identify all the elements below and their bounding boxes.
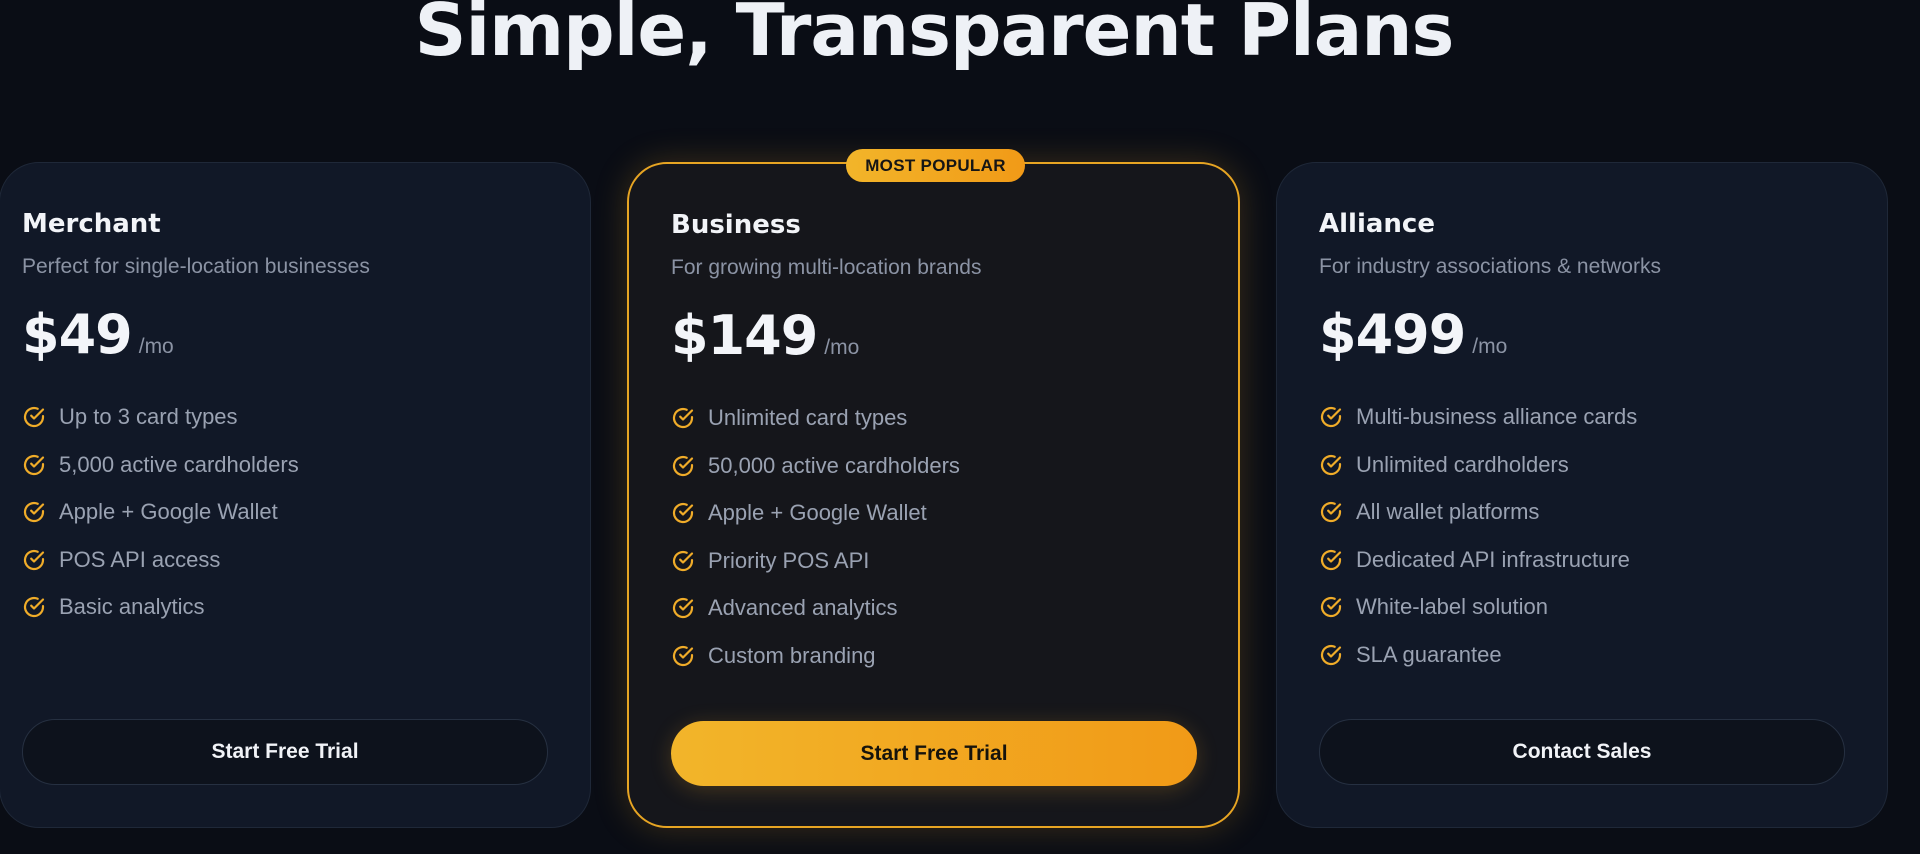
feature-item: Custom branding — [671, 642, 960, 692]
price-row: $499 /mo — [1319, 303, 1507, 366]
feature-item: Up to 3 card types — [22, 405, 299, 453]
plan-description: Perfect for single-location businesses — [22, 255, 370, 278]
feature-item: Basic analytics — [22, 595, 299, 643]
feature-text: Custom branding — [708, 642, 876, 668]
feature-item: 5,000 active cardholders — [22, 451, 299, 501]
check-circle-icon — [23, 502, 45, 523]
feature-list: Up to 3 card types 5,000 active cardhold… — [22, 405, 299, 643]
plan-card-merchant: Merchant Perfect for single-location bus… — [0, 162, 591, 828]
feature-item: Dedicated API infrastructure — [1319, 546, 1637, 596]
check-circle-icon — [672, 407, 694, 429]
feature-item: Priority POS API — [671, 547, 960, 597]
feature-text: Apple + Google Wallet — [708, 500, 927, 526]
feature-text: Multi-business alliance cards — [1356, 404, 1638, 429]
feature-text: Priority POS API — [708, 547, 870, 573]
feature-text: Advanced analytics — [708, 595, 898, 621]
most-popular-badge: MOST POPULAR — [846, 149, 1025, 182]
price-row: $49 /mo — [22, 303, 174, 366]
feature-item: Unlimited cardholders — [1319, 451, 1637, 501]
start-free-trial-button[interactable]: Start Free Trial — [22, 719, 548, 785]
start-free-trial-button[interactable]: Start Free Trial — [671, 721, 1197, 786]
plan-description: For industry associations & networks — [1319, 255, 1661, 278]
feature-item: Multi-business alliance cards — [1319, 405, 1637, 453]
check-circle-icon — [1320, 454, 1342, 475]
feature-text: Basic analytics — [59, 594, 205, 620]
price-row: $149 /mo — [671, 304, 859, 367]
check-circle-icon — [672, 455, 694, 476]
feature-item: Advanced analytics — [671, 596, 960, 644]
feature-list: Multi-business alliance cards Unlimited … — [1319, 405, 1637, 691]
check-circle-icon — [672, 550, 694, 571]
check-circle-icon — [1320, 597, 1342, 618]
feature-item: Apple + Google Wallet — [22, 500, 299, 548]
check-circle-icon — [23, 454, 45, 475]
feature-text: SLA guarantee — [1356, 641, 1502, 667]
feature-text: All wallet platforms — [1356, 499, 1540, 525]
check-circle-icon — [1320, 549, 1342, 570]
feature-text: 50,000 active cardholders — [708, 452, 960, 478]
check-circle-icon — [672, 598, 694, 619]
plan-card-alliance: Alliance For industry associations & net… — [1276, 162, 1888, 828]
feature-text: 5,000 active cardholders — [59, 451, 299, 477]
check-circle-icon — [1320, 644, 1342, 666]
feature-text: Up to 3 card types — [59, 404, 238, 429]
feature-item: White-label solution — [1319, 595, 1637, 643]
contact-sales-button[interactable]: Contact Sales — [1319, 719, 1845, 785]
check-circle-icon — [23, 406, 45, 428]
price-period: /mo — [138, 335, 174, 358]
plan-price: $49 — [22, 303, 133, 366]
feature-text: POS API access — [59, 546, 221, 572]
feature-item: Unlimited card types — [671, 406, 960, 454]
page-title: Simple, Transparent Plans — [414, 0, 1455, 72]
feature-item: 50,000 active cardholders — [671, 452, 960, 502]
feature-item: All wallet platforms — [1319, 500, 1637, 548]
feature-item: Apple + Google Wallet — [671, 501, 960, 549]
plan-price: $499 — [1319, 303, 1466, 366]
check-circle-icon — [672, 645, 694, 667]
check-circle-icon — [23, 549, 45, 570]
price-period: /mo — [1472, 335, 1508, 358]
check-circle-icon — [1320, 406, 1342, 428]
plan-card-business: MOST POPULAR Business For growing multi-… — [627, 149, 1240, 828]
feature-text: Unlimited cardholders — [1356, 451, 1569, 477]
feature-item: SLA guarantee — [1319, 641, 1637, 691]
plan-name: Alliance — [1319, 209, 1435, 239]
feature-text: Unlimited card types — [708, 405, 908, 430]
feature-list: Unlimited card types 50,000 active cardh… — [671, 406, 960, 692]
feature-text: White-label solution — [1356, 594, 1548, 620]
plan-name: Business — [671, 210, 801, 240]
check-circle-icon — [672, 503, 694, 524]
plan-name: Merchant — [22, 209, 161, 239]
feature-text: Apple + Google Wallet — [59, 499, 278, 525]
price-period: /mo — [824, 336, 860, 359]
check-circle-icon — [23, 597, 45, 618]
plan-price: $149 — [671, 304, 818, 367]
feature-item: POS API access — [22, 546, 299, 596]
plan-description: For growing multi-location brands — [671, 256, 982, 279]
feature-text: Dedicated API infrastructure — [1356, 546, 1630, 572]
check-circle-icon — [1320, 502, 1342, 523]
